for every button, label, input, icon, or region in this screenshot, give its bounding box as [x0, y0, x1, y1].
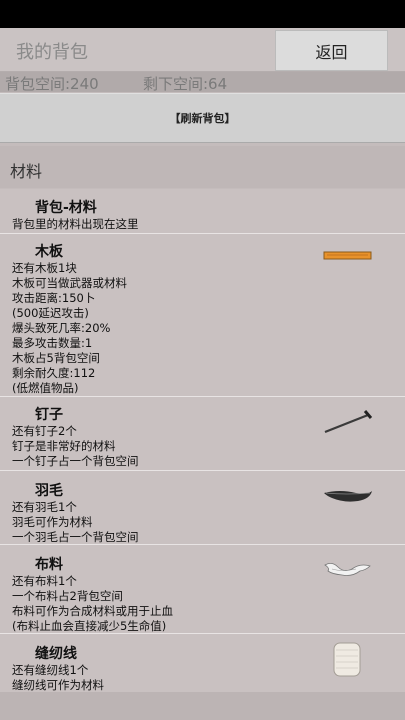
item-name: 布料	[35, 557, 63, 573]
item-line: 还有羽毛1个	[12, 500, 77, 514]
item-line: 还有钉子2个	[12, 424, 77, 438]
item-description: 还有钉子2个 钉子是非常好的材料 一个钉子占一个背包空间	[12, 424, 139, 469]
item-line: 还有布料1个	[12, 574, 77, 588]
item-description: 还有木板1块 木板可当做武器或材料 攻击距离:150卜 (500延迟攻击) 爆头…	[12, 261, 127, 396]
list-item[interactable]: 缝纫线 还有缝纫线1个 缝纫线可作为材料	[0, 634, 405, 692]
item-line: 羽毛可作为材料	[12, 515, 93, 529]
nail-icon	[324, 410, 373, 434]
remaining-space-label: 剩下空间:64	[143, 75, 228, 93]
list-item[interactable]: 羽毛 还有羽毛1个 羽毛可作为材料 一个羽毛占一个背包空间	[0, 471, 405, 545]
item-description: 还有羽毛1个 羽毛可作为材料 一个羽毛占一个背包空间	[12, 500, 139, 545]
item-line: 一个布料占2背包空间	[12, 589, 123, 603]
total-space-label: 背包空间:240	[5, 75, 99, 93]
list-item[interactable]: 木板 还有木板1块 木板可当做武器或材料 攻击距离:150卜 (500延迟攻击)…	[0, 234, 405, 397]
page-title: 我的背包	[16, 42, 88, 63]
wood-plank-icon	[323, 251, 372, 260]
feather-icon	[324, 491, 372, 502]
back-button[interactable]: 返回	[275, 30, 388, 71]
list-item[interactable]: 背包-材料 背包里的材料出现在这里	[0, 189, 405, 234]
space-info: 背包空间:240 剩下空间:64	[0, 72, 405, 93]
item-name: 木板	[35, 244, 63, 260]
section-title: 材料	[10, 162, 43, 181]
item-description: 还有布料1个 一个布料占2背包空间 布料可作为合成材料或用于止血 (布料止血会直…	[12, 574, 173, 634]
refresh-bag-button[interactable]: 【刷新背包】	[0, 93, 405, 143]
list-item[interactable]: 布料 还有布料1个 一个布料占2背包空间 布料可作为合成材料或用于止血 (布料止…	[0, 545, 405, 634]
item-name: 钉子	[35, 407, 63, 423]
item-line: 木板占5背包空间	[12, 351, 100, 365]
item-line: 爆头致死几率:20%	[12, 321, 111, 335]
item-description: 还有缝纫线1个 缝纫线可作为材料	[12, 663, 104, 693]
list-item[interactable]: 钉子 还有钉子2个 钉子是非常好的材料 一个钉子占一个背包空间	[0, 397, 405, 471]
section-header-materials[interactable]: 材料	[0, 146, 405, 188]
status-bar	[0, 0, 405, 28]
item-line: (低燃值物品)	[12, 381, 79, 395]
item-line: (500延迟攻击)	[12, 306, 89, 320]
item-line: 一个羽毛占一个背包空间	[12, 530, 139, 544]
item-line: 布料可作为合成材料或用于止血	[12, 604, 173, 618]
item-line: 攻击距离:150卜	[12, 291, 96, 305]
bottom-area	[0, 692, 405, 720]
item-line: 一个钉子占一个背包空间	[12, 454, 139, 468]
item-line: 钉子是非常好的材料	[12, 439, 116, 453]
cloth-icon	[324, 563, 371, 576]
thread-spool-icon	[333, 642, 361, 677]
item-line: 最多攻击数量:1	[12, 336, 93, 350]
item-line: 木板可当做武器或材料	[12, 276, 127, 290]
item-name: 背包-材料	[35, 200, 97, 216]
item-line: 剩余耐久度:112	[12, 366, 96, 380]
item-name: 羽毛	[35, 483, 63, 499]
item-description: 背包里的材料出现在这里	[12, 217, 139, 232]
item-name: 缝纫线	[35, 646, 77, 662]
item-line: (布料止血会直接减少5生命值)	[12, 619, 167, 633]
item-line: 还有缝纫线1个	[12, 663, 89, 677]
item-line: 还有木板1块	[12, 261, 77, 275]
item-line: 背包里的材料出现在这里	[12, 217, 139, 231]
item-line: 缝纫线可作为材料	[12, 678, 104, 692]
